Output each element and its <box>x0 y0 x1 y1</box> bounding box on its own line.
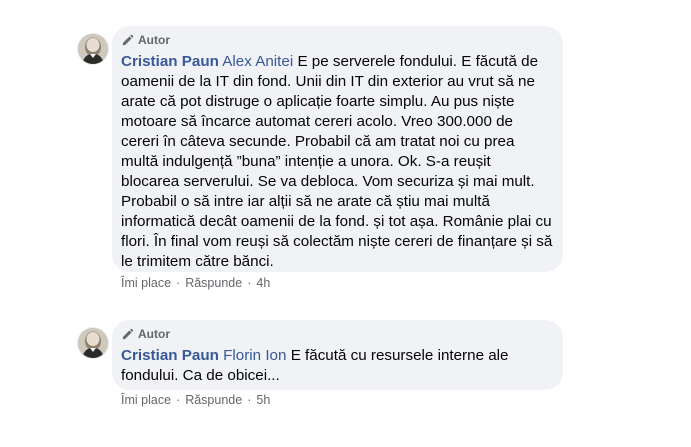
timestamp[interactable]: 5h <box>256 393 270 407</box>
reply-button[interactable]: Răspunde <box>185 276 242 290</box>
avatar-photo-icon <box>78 328 108 358</box>
reply-button[interactable]: Răspunde <box>185 393 242 407</box>
comment-text: E pe serverele fondului. E făcută de oam… <box>121 53 553 270</box>
mentioned-user[interactable]: Alex Anitei <box>222 53 293 70</box>
comment-body: Cristian Paun Florin Ion E făcută cu res… <box>121 346 553 386</box>
avatar[interactable] <box>78 328 108 358</box>
badge-label: Autor <box>138 327 170 341</box>
pencil-icon <box>122 34 134 45</box>
author-name[interactable]: Cristian Paun <box>121 347 219 364</box>
badge-label: Autor <box>138 33 170 47</box>
comment-bubble: Autor Cristian Paun Florin Ion E făcută … <box>112 320 563 390</box>
author-badge: Autor <box>121 32 553 48</box>
pencil-icon <box>122 328 134 339</box>
avatar[interactable] <box>78 34 108 64</box>
avatar-photo-icon <box>78 34 108 64</box>
timestamp[interactable]: 4h <box>256 276 270 290</box>
like-button[interactable]: Îmi place <box>121 393 171 407</box>
author-badge: Autor <box>121 326 553 342</box>
comment-body: Cristian Paun Alex Anitei E pe serverele… <box>121 52 553 272</box>
author-name[interactable]: Cristian Paun <box>121 53 219 70</box>
mentioned-user[interactable]: Florin Ion <box>223 347 286 364</box>
comment-actions: Îmi place · Răspunde · 5h <box>121 393 270 407</box>
comment-actions: Îmi place · Răspunde · 4h <box>121 276 270 290</box>
separator-dot: · <box>247 393 252 407</box>
comment-bubble: Autor Cristian Paun Alex Anitei E pe ser… <box>112 26 563 272</box>
separator-dot: · <box>176 393 181 407</box>
separator-dot: · <box>247 276 252 290</box>
like-button[interactable]: Îmi place <box>121 276 171 290</box>
separator-dot: · <box>176 276 181 290</box>
